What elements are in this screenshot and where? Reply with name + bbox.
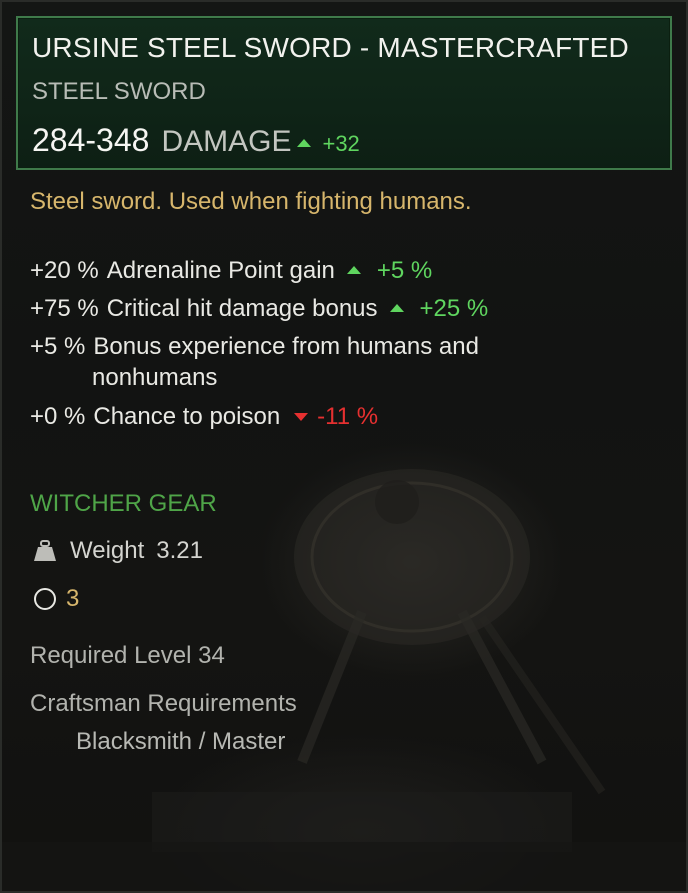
item-category: WITCHER GEAR <box>30 490 217 517</box>
damage-value: 284-348 <box>32 122 150 158</box>
attribute-bonus-experience: +5 % Bonus experience from humans and non… <box>30 332 670 394</box>
item-header: URSINE STEEL SWORD - MASTERCRAFTED STEEL… <box>16 16 672 170</box>
attribute-delta: -11 % <box>317 403 379 430</box>
attribute-delta: +5 % <box>376 257 433 284</box>
attribute-critical-damage: +75 % Critical hit damage bonus +25 % <box>30 294 670 324</box>
attribute-adrenaline: +20 % Adrenaline Point gain +5 % <box>30 256 670 286</box>
down-arrow-icon <box>294 413 309 421</box>
required-level: Required Level 34 <box>30 642 225 669</box>
attribute-list: +20 % Adrenaline Point gain +5 % +75 % Crit… <box>30 256 670 440</box>
up-arrow-icon <box>297 139 312 147</box>
enhancement-slot-count: 3 <box>66 585 80 612</box>
item-tooltip: URSINE STEEL SWORD - MASTERCRAFTED STEEL… <box>0 0 688 893</box>
attribute-value: +75 % <box>30 295 99 322</box>
attribute-poison-chance: +0 % Chance to poison -11 % <box>30 402 670 432</box>
damage-row: 284-348 DAMAGE +32 <box>32 122 360 158</box>
attribute-value: +20 % <box>30 257 99 284</box>
craftsman-requirements-label: Craftsman Requirements <box>30 690 297 717</box>
up-arrow-icon <box>346 266 361 274</box>
weight-label: Weight <box>70 537 145 564</box>
enhancement-slot-icon <box>34 588 56 610</box>
damage-label: DAMAGE <box>161 125 292 158</box>
attribute-value: +0 % <box>30 403 86 430</box>
enhancement-slot-row: 3 <box>34 582 79 616</box>
item-description: Steel sword. Used when fighting humans. <box>30 188 472 215</box>
craftsman-requirements-value: Blacksmith / Master <box>76 728 286 755</box>
item-type: STEEL SWORD <box>32 78 206 105</box>
attribute-label: Chance to poison <box>93 403 281 430</box>
attribute-label: Adrenaline Point gain <box>106 257 335 284</box>
up-arrow-icon <box>389 304 404 312</box>
weight-icon <box>34 540 56 561</box>
attribute-delta: +25 % <box>419 295 489 322</box>
attribute-label: Critical hit damage bonus <box>106 295 378 322</box>
weight-row: Weight 3.21 <box>32 534 203 568</box>
attribute-label-continued: nonhumans <box>92 364 218 391</box>
damage-delta: +32 <box>322 131 360 156</box>
weight-value: 3.21 <box>156 537 203 564</box>
item-name: URSINE STEEL SWORD - MASTERCRAFTED <box>32 32 629 63</box>
attribute-value: +5 % <box>30 333 86 360</box>
attribute-label: Bonus experience from humans and <box>93 333 479 360</box>
